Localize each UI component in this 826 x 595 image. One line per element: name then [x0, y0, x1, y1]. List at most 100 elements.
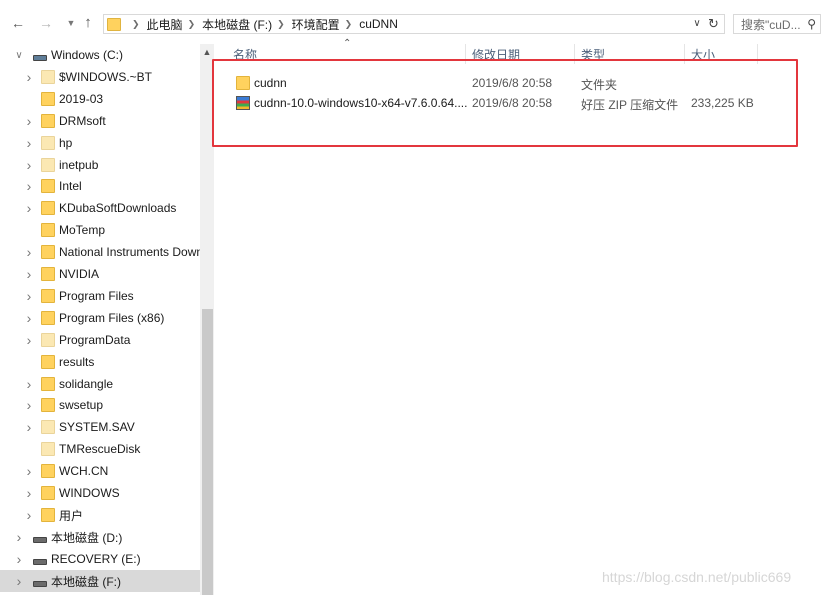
nav-item-folder[interactable]: › Program Files (x86)	[0, 307, 200, 329]
breadcrumb-this-pc[interactable]: 此电脑	[147, 16, 183, 33]
nav-item-label: NVIDIA	[59, 267, 100, 281]
folder-icon	[41, 398, 55, 412]
address-bar: ← → ▼ ↑ ❯ 此电脑 ❯ 本地磁盘 (F:) ❯ 环境配置 ❯ cuDNN…	[0, 0, 826, 38]
nav-item-label: Windows (C:)	[51, 48, 124, 62]
drive-icon	[33, 537, 47, 543]
folder-icon	[41, 442, 55, 456]
chevron-right-icon[interactable]: ❯	[345, 19, 353, 30]
chevron-right-icon[interactable]: ›	[24, 485, 34, 501]
chevron-right-icon[interactable]: ❯	[188, 19, 196, 30]
nav-item-folder[interactable]: 2019-03	[0, 88, 200, 110]
breadcrumb-cudnn[interactable]: cuDNN	[359, 17, 398, 31]
chevron-right-icon[interactable]: ›	[24, 310, 34, 326]
chevron-right-icon[interactable]: ›	[24, 419, 34, 435]
chevron-right-icon[interactable]: ›	[24, 135, 34, 151]
chevron-right-icon[interactable]: ›	[24, 244, 34, 260]
nav-item-folder[interactable]: › WCH.CN	[0, 460, 200, 482]
nav-item-drive[interactable]: › 本地磁盘 (F:)	[0, 570, 200, 592]
scroll-up-arrow-icon[interactable]: ▲	[200, 44, 214, 60]
folder-icon	[41, 355, 55, 369]
chevron-right-icon[interactable]: ›	[24, 376, 34, 392]
nav-item-folder[interactable]: TMRescueDisk	[0, 438, 200, 460]
chevron-right-icon[interactable]: ›	[24, 113, 34, 129]
watermark: https://blog.csdn.net/public669	[602, 569, 792, 585]
chevron-right-icon[interactable]: ❯	[132, 19, 140, 30]
column-header-type[interactable]: 类型	[575, 42, 684, 66]
file-type: 好压 ZIP 压缩文件	[581, 98, 679, 112]
nav-item-folder[interactable]: › DRMsoft	[0, 110, 200, 132]
column-header-size[interactable]: 大小	[685, 42, 757, 66]
column-divider[interactable]	[757, 44, 758, 64]
nav-item-folder[interactable]: › inetpub	[0, 154, 200, 176]
navigation-scroll-thumb[interactable]	[202, 309, 213, 595]
nav-item-folder[interactable]: › SYSTEM.SAV	[0, 416, 200, 438]
folder-icon	[41, 267, 55, 281]
breadcrumb[interactable]: ❯ 此电脑 ❯ 本地磁盘 (F:) ❯ 环境配置 ❯ cuDNN	[103, 14, 725, 34]
folder-icon	[41, 311, 55, 325]
chevron-right-icon[interactable]: ›	[24, 200, 34, 216]
chevron-right-icon[interactable]: ›	[24, 507, 34, 523]
file-size: 233,225 KB	[691, 96, 754, 110]
file-date: 2019/6/8 20:58	[472, 96, 553, 110]
folder-icon	[41, 245, 55, 259]
chevron-right-icon[interactable]: ›	[24, 69, 34, 85]
nav-item-folder[interactable]: › hp	[0, 132, 200, 154]
breadcrumb-drive-f[interactable]: 本地磁盘 (F:)	[202, 16, 272, 33]
chevron-right-icon[interactable]: ›	[24, 288, 34, 304]
nav-item-folder[interactable]: MoTemp	[0, 219, 200, 241]
refresh-icon[interactable]: ↻	[703, 14, 725, 34]
chevron-right-icon[interactable]: ›	[24, 178, 34, 194]
chevron-right-icon[interactable]: ›	[24, 157, 34, 173]
chevron-right-icon[interactable]: ›	[24, 463, 34, 479]
nav-item-label: hp	[59, 136, 73, 150]
drive-icon	[33, 559, 47, 565]
forward-arrow-icon[interactable]: →	[38, 15, 54, 31]
chevron-right-icon[interactable]: ›	[14, 551, 24, 567]
chevron-right-icon[interactable]: ›	[24, 397, 34, 413]
chevron-right-icon[interactable]: ›	[14, 573, 24, 589]
file-list-area	[214, 38, 826, 595]
chevron-right-icon[interactable]: ›	[24, 332, 34, 348]
nav-item-label: DRMsoft	[59, 114, 106, 128]
nav-item-label: inetpub	[59, 158, 99, 172]
folder-icon	[41, 333, 55, 347]
chevron-right-icon[interactable]: ›	[14, 529, 24, 545]
nav-item-label: KDubaSoftDownloads	[59, 201, 177, 215]
nav-item-folder[interactable]: › swsetup	[0, 394, 200, 416]
up-arrow-icon[interactable]: ↑	[80, 15, 96, 31]
nav-item-folder[interactable]: › KDubaSoftDownloads	[0, 197, 200, 219]
nav-item-folder[interactable]: results	[0, 351, 200, 373]
nav-item-folder[interactable]: › Intel	[0, 175, 200, 197]
folder-icon	[107, 17, 121, 31]
folder-icon	[41, 179, 55, 193]
nav-item-drive[interactable]: › 本地磁盘 (D:)	[0, 526, 200, 548]
file-name[interactable]: cudnn-10.0-windows10-x64-v7.6.0.64....	[254, 96, 467, 110]
file-name[interactable]: cudnn	[254, 76, 287, 90]
folder-icon	[41, 158, 55, 172]
search-icon[interactable]: ⚲	[807, 17, 816, 31]
nav-item-folder[interactable]: › ProgramData	[0, 329, 200, 351]
nav-item-folder[interactable]: › NVIDIA	[0, 263, 200, 285]
nav-item-drive-c[interactable]: ∨ Windows (C:)	[0, 44, 200, 66]
chevron-right-icon[interactable]: ❯	[277, 19, 285, 30]
recent-locations-chevron-icon[interactable]: ▼	[63, 15, 79, 31]
breadcrumb-env-config[interactable]: 环境配置	[292, 16, 340, 33]
nav-item-folder[interactable]: › Program Files	[0, 285, 200, 307]
folder-icon	[41, 464, 55, 478]
back-arrow-icon[interactable]: ←	[10, 15, 26, 31]
nav-item-folder[interactable]: › solidangle	[0, 373, 200, 395]
chevron-right-icon[interactable]: ›	[24, 266, 34, 282]
chevron-down-icon[interactable]: ∨	[14, 50, 24, 61]
nav-item-label: $WINDOWS.~BT	[59, 70, 153, 84]
column-header-date[interactable]: 修改日期	[466, 42, 574, 66]
nav-item-label: SYSTEM.SAV	[59, 420, 135, 434]
nav-item-folder[interactable]: › National Instruments Downl	[0, 241, 206, 263]
nav-item-folder[interactable]: › WINDOWS	[0, 482, 200, 504]
column-header-name[interactable]: 名称	[227, 42, 465, 66]
search-input[interactable]: 搜索"cuD... ⚲	[733, 14, 821, 34]
nav-item-folder[interactable]: › $WINDOWS.~BT	[0, 66, 200, 88]
folder-icon	[41, 201, 55, 215]
address-history-dropdown-icon[interactable]: ∨	[690, 16, 704, 32]
nav-item-folder[interactable]: › 用户	[0, 504, 200, 526]
nav-item-drive[interactable]: › RECOVERY (E:)	[0, 548, 200, 570]
